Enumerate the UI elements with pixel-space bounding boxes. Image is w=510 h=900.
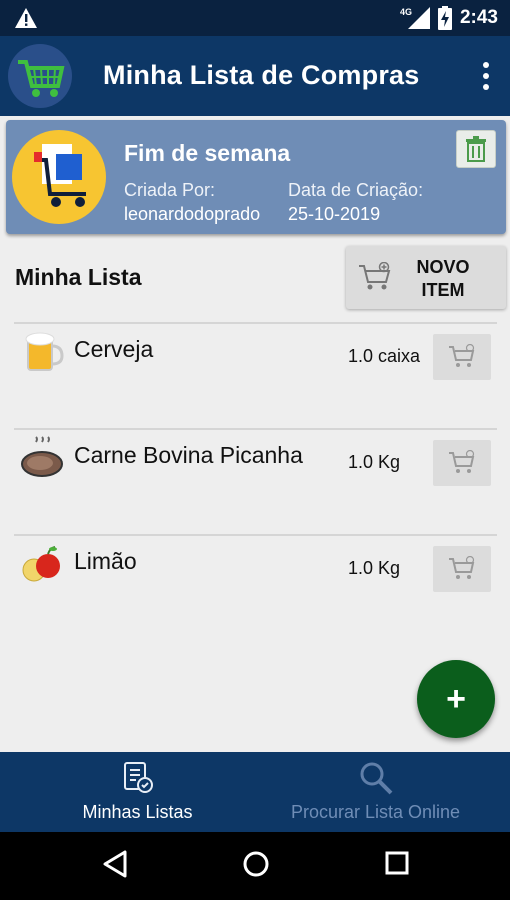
mark-bought-button[interactable] bbox=[433, 546, 491, 592]
list-item[interactable]: Cerveja 1.0 caixa bbox=[14, 322, 497, 422]
trash-icon bbox=[466, 136, 486, 162]
cart-check-icon bbox=[449, 450, 475, 473]
cart-list-icon bbox=[34, 144, 86, 207]
list-title: Fim de semana bbox=[124, 140, 291, 166]
new-item-button[interactable]: NOVO ITEM bbox=[346, 246, 506, 309]
creation-date-value: 25-10-2019 bbox=[288, 204, 381, 224]
clock: 2:43 bbox=[459, 7, 498, 28]
battery-icon bbox=[437, 6, 452, 30]
delete-list-button[interactable] bbox=[456, 130, 496, 168]
beer-icon bbox=[25, 332, 64, 371]
nav-label: Minhas Listas bbox=[82, 802, 193, 822]
more-vert-icon bbox=[483, 62, 489, 68]
plus-icon: + bbox=[446, 679, 466, 718]
app-title: Minha Lista de Compras bbox=[103, 60, 420, 90]
lists-icon bbox=[123, 762, 153, 793]
item-name: Cerveja bbox=[74, 336, 154, 362]
creation-date-label: Data de Criação: bbox=[288, 180, 424, 200]
steak-icon bbox=[21, 436, 63, 477]
list-item[interactable]: Limão 1.0 Kg bbox=[14, 534, 497, 634]
app-logo bbox=[8, 44, 72, 108]
recents-icon[interactable] bbox=[385, 850, 409, 876]
bottom-navigation: Minhas Listas Procurar Lista Online bbox=[0, 752, 510, 832]
add-fab-button[interactable]: + bbox=[417, 660, 495, 738]
item-name: Limão bbox=[74, 548, 137, 574]
section-title: Minha Lista bbox=[15, 264, 142, 290]
nav-minhas-listas[interactable]: Minhas Listas bbox=[10, 752, 265, 832]
fruit-icon bbox=[22, 546, 60, 582]
list-item[interactable]: Carne Bovina Picanha 1.0 Kg bbox=[14, 428, 497, 528]
new-item-label: NOVO ITEM bbox=[416, 257, 470, 300]
mark-bought-button[interactable] bbox=[433, 334, 491, 380]
signal-indicator: 4G bbox=[400, 7, 430, 29]
cart-check-icon bbox=[449, 556, 475, 579]
status-bar: 4G 2:43 bbox=[0, 0, 510, 36]
created-by-value: leonardodoprado bbox=[124, 204, 261, 224]
app-bar: Minha Lista de Compras bbox=[0, 36, 510, 116]
list-image bbox=[12, 130, 106, 224]
shopping-cart-icon bbox=[18, 60, 65, 97]
nav-label: Procurar Lista Online bbox=[290, 802, 461, 822]
list-card[interactable]: Fim de semana Criada Por: leonardodoprad… bbox=[6, 120, 506, 234]
overflow-menu-button[interactable] bbox=[482, 62, 490, 90]
search-icon bbox=[360, 762, 392, 795]
item-quantity: 1.0 caixa bbox=[348, 346, 421, 366]
item-name: Carne Bovina Picanha bbox=[74, 442, 303, 468]
warning-icon bbox=[15, 8, 37, 28]
add-to-cart-icon bbox=[359, 262, 391, 290]
home-icon[interactable] bbox=[242, 850, 270, 878]
signal-icon bbox=[407, 7, 430, 29]
back-icon[interactable] bbox=[103, 850, 127, 878]
system-navigation-bar bbox=[0, 832, 510, 900]
created-by-label: Criada Por: bbox=[124, 180, 216, 200]
mark-bought-button[interactable] bbox=[433, 440, 491, 486]
cart-check-icon bbox=[449, 344, 475, 367]
nav-procurar-lista-online[interactable]: Procurar Lista Online bbox=[248, 752, 503, 832]
item-quantity: 1.0 Kg bbox=[348, 452, 401, 472]
item-quantity: 1.0 Kg bbox=[348, 558, 401, 578]
